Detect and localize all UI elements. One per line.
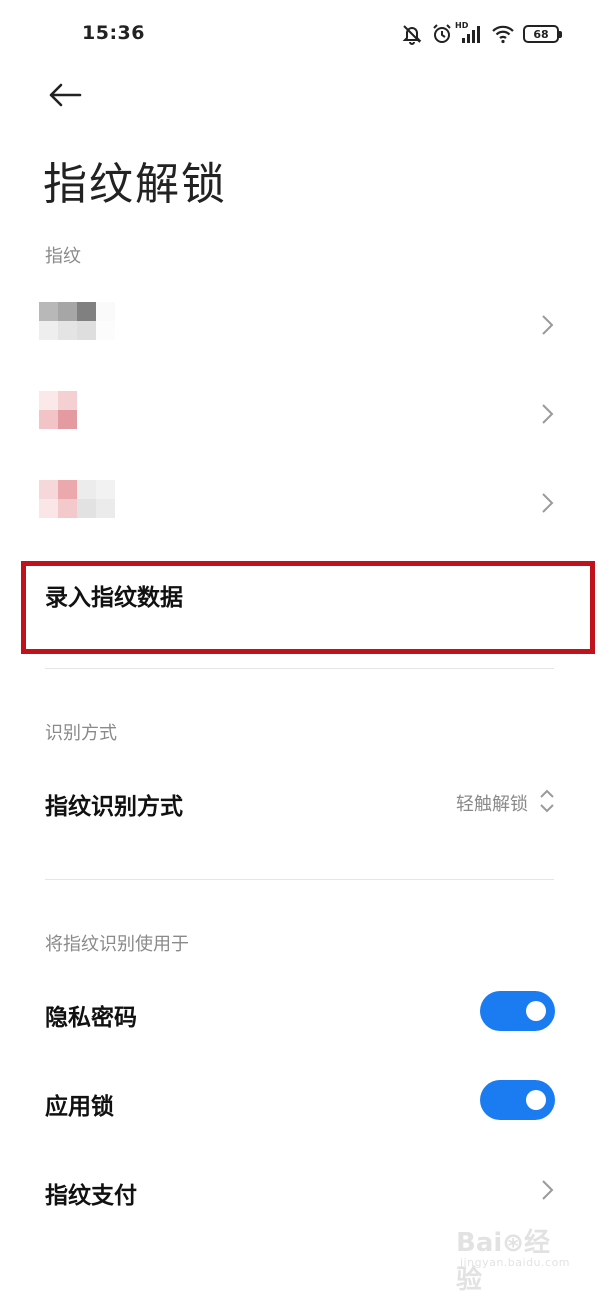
fingerprint-item-3[interactable]	[0, 458, 599, 546]
privacy-password-toggle[interactable]	[480, 991, 555, 1031]
obscured-fingerprint-name	[39, 302, 115, 340]
signal-icon	[462, 26, 480, 43]
chevron-right-icon	[542, 493, 554, 513]
arrow-left-icon	[49, 83, 82, 107]
chevron-right-icon	[542, 1180, 554, 1200]
status-time: 15:36	[82, 22, 145, 44]
status-icons: 68	[401, 20, 562, 48]
alarm-icon	[433, 24, 451, 43]
section-header-fingerprints: 指纹	[45, 246, 81, 267]
obscured-fingerprint-name	[39, 391, 115, 429]
fingerprint-item-2[interactable]	[0, 369, 599, 457]
wifi-icon	[492, 25, 514, 44]
section-header-usage: 将指纹识别使用于	[45, 934, 189, 955]
fingerprint-item-1[interactable]	[0, 280, 599, 368]
app-lock-toggle[interactable]	[480, 1080, 555, 1120]
page-title: 指纹解锁	[43, 159, 227, 210]
battery-level: 68	[533, 27, 549, 41]
highlight-annotation	[21, 561, 595, 654]
chevron-right-icon	[542, 404, 554, 424]
back-button[interactable]	[44, 78, 86, 112]
fingerprint-payment-item[interactable]: 指纹支付	[45, 1176, 137, 1210]
toggle-knob	[526, 1001, 546, 1021]
divider	[45, 668, 554, 669]
app-lock-label: 应用锁	[45, 1094, 114, 1120]
privacy-password-label: 隐私密码	[45, 1005, 137, 1031]
obscured-fingerprint-name	[39, 480, 115, 518]
recognition-method-label[interactable]: 指纹识别方式	[45, 787, 183, 821]
watermark: Bai⊛经验 jingyan.baidu.com	[456, 1222, 576, 1291]
chevron-right-icon	[542, 315, 554, 335]
section-header-recognition: 识别方式	[45, 723, 117, 744]
toggle-knob	[526, 1090, 546, 1110]
status-bar: 15:36 HD 68	[0, 0, 599, 68]
recognition-method-value[interactable]: 轻触解锁	[456, 790, 528, 816]
chevron-up-down-icon[interactable]	[539, 788, 555, 814]
battery-icon: 68	[523, 25, 562, 43]
bell-muted-icon	[402, 25, 422, 45]
divider	[45, 879, 554, 880]
watermark-url: jingyan.baidu.com	[460, 1256, 571, 1269]
